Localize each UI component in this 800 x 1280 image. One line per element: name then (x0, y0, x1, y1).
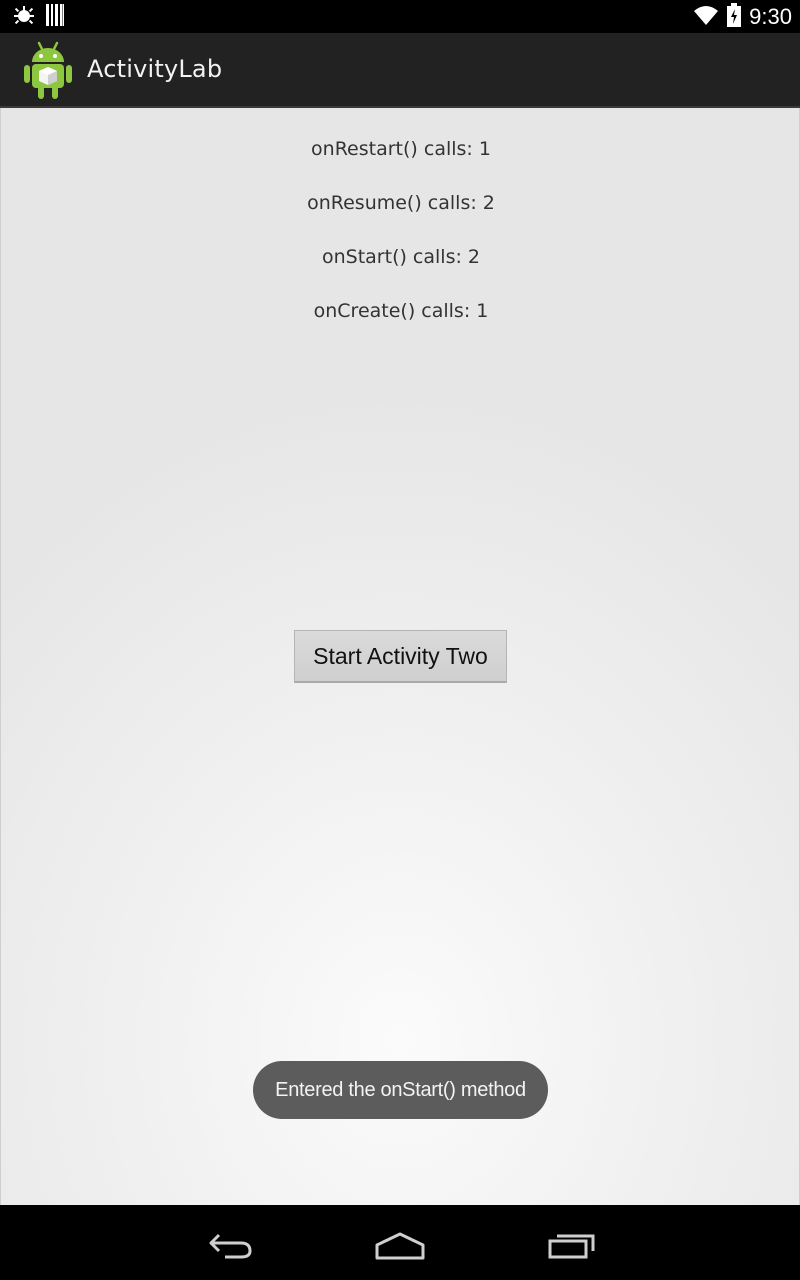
wifi-icon (693, 4, 719, 31)
status-time: 9:30 (749, 4, 792, 29)
toast-message: Entered the onStart() method (253, 1061, 548, 1119)
app-title: ActivityLab (87, 55, 223, 83)
navigation-bar (0, 1205, 800, 1280)
recent-apps-icon[interactable] (547, 1223, 597, 1263)
counter-onrestart: onRestart() calls: 1 (311, 138, 491, 160)
barcode-icon (46, 3, 64, 31)
back-icon[interactable] (205, 1223, 255, 1263)
counter-onstart: onStart() calls: 2 (321, 246, 481, 268)
battery-icon (727, 2, 742, 32)
main-content: onRestart() calls: 1 onResume() calls: 2… (0, 108, 800, 1205)
home-icon[interactable] (374, 1223, 426, 1263)
counter-onresume: onResume() calls: 2 (307, 192, 495, 214)
status-bar: 9:30 (0, 0, 800, 33)
action-bar: ActivityLab (0, 33, 800, 108)
start-activity-two-button[interactable]: Start Activity Two (294, 630, 507, 683)
debug-icon (12, 3, 36, 32)
counter-oncreate: onCreate() calls: 1 (313, 300, 489, 322)
android-app-icon[interactable] (22, 40, 74, 100)
